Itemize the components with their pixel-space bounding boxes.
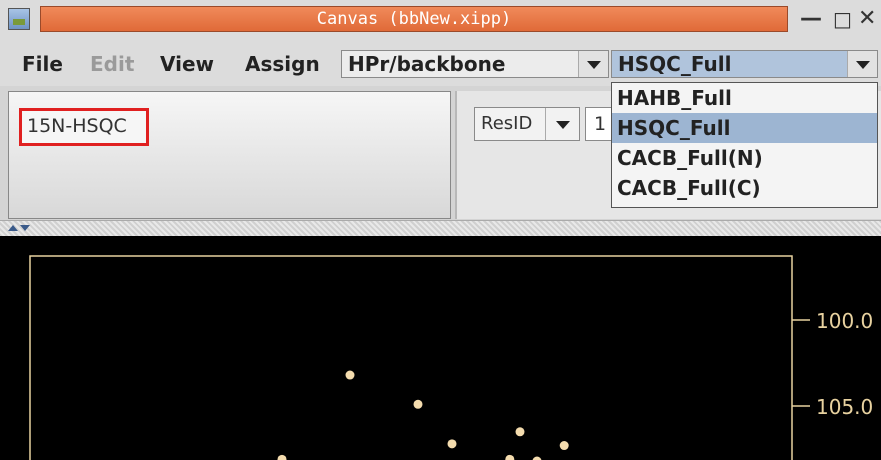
minimize-icon[interactable]: — <box>800 6 822 32</box>
spectrum-peak[interactable] <box>413 399 423 409</box>
spectrum-canvas[interactable]: 100.0 105.0 <box>0 236 881 460</box>
spectrum-peak[interactable] <box>277 454 287 460</box>
chevron-down-icon[interactable] <box>20 225 30 231</box>
spectrum-tab-label: 15N-HSQC <box>27 115 127 137</box>
menu-file[interactable]: File <box>22 52 63 76</box>
resid-select-value: ResID <box>481 113 533 134</box>
split-pane-divider[interactable] <box>0 220 881 236</box>
molecule-select[interactable]: HPr/backbone <box>341 50 609 78</box>
spectrum-peak[interactable] <box>515 427 525 437</box>
chevron-up-icon[interactable] <box>8 225 18 231</box>
spectrum-peak[interactable] <box>447 439 457 449</box>
dropdown-item-hahb-full[interactable]: HAHB_Full <box>612 83 877 113</box>
menu-assign[interactable]: Assign <box>245 52 320 76</box>
resid-select[interactable]: ResID <box>474 107 580 141</box>
spectrum-peak[interactable] <box>532 456 542 460</box>
spectrum-peak[interactable] <box>345 370 355 380</box>
experiment-select[interactable]: HSQC_Full <box>611 50 878 78</box>
dropdown-item-cacb-full-c[interactable]: CACB_Full(C) <box>612 173 877 203</box>
resid-input-value: 1 <box>594 113 607 135</box>
app-icon <box>8 8 30 30</box>
spectrum-plot[interactable]: 100.0 105.0 <box>0 236 881 460</box>
peaks-layer <box>277 370 640 460</box>
chevron-down-icon[interactable] <box>847 51 877 77</box>
dropdown-item-cacb-full-n[interactable]: CACB_Full(N) <box>612 143 877 173</box>
close-icon[interactable]: ✕ <box>858 6 876 32</box>
chevron-down-icon[interactable] <box>578 51 608 77</box>
menu-view[interactable]: View <box>160 52 214 76</box>
menu-edit[interactable]: Edit <box>90 52 134 76</box>
molecule-select-value: HPr/backbone <box>348 52 506 76</box>
spectrum-frame <box>29 255 793 460</box>
spectrum-tab-15n-hsqc[interactable]: 15N-HSQC <box>19 108 149 146</box>
maximize-icon[interactable]: □ <box>833 6 852 32</box>
experiment-dropdown-list: HAHB_Full HSQC_Full CACB_Full(N) CACB_Fu… <box>611 82 878 208</box>
spectrum-list-panel: 15N-HSQC <box>8 91 451 219</box>
menu-bar: File Edit View Assign HPr/backbone HSQC_… <box>0 40 881 86</box>
spectrum-peak[interactable] <box>505 454 515 460</box>
title-bar: Canvas (bbNew.xipp) — □ ✕ <box>0 0 881 40</box>
dropdown-item-hsqc-full[interactable]: HSQC_Full <box>612 113 877 143</box>
window-title: Canvas (bbNew.xipp) <box>40 6 788 32</box>
chevron-down-icon[interactable] <box>545 108 579 140</box>
axis-tick-label: 100.0 <box>816 309 873 333</box>
experiment-select-value: HSQC_Full <box>618 52 732 76</box>
spectrum-peak[interactable] <box>559 441 569 451</box>
axis-tick-label: 105.0 <box>816 395 873 419</box>
